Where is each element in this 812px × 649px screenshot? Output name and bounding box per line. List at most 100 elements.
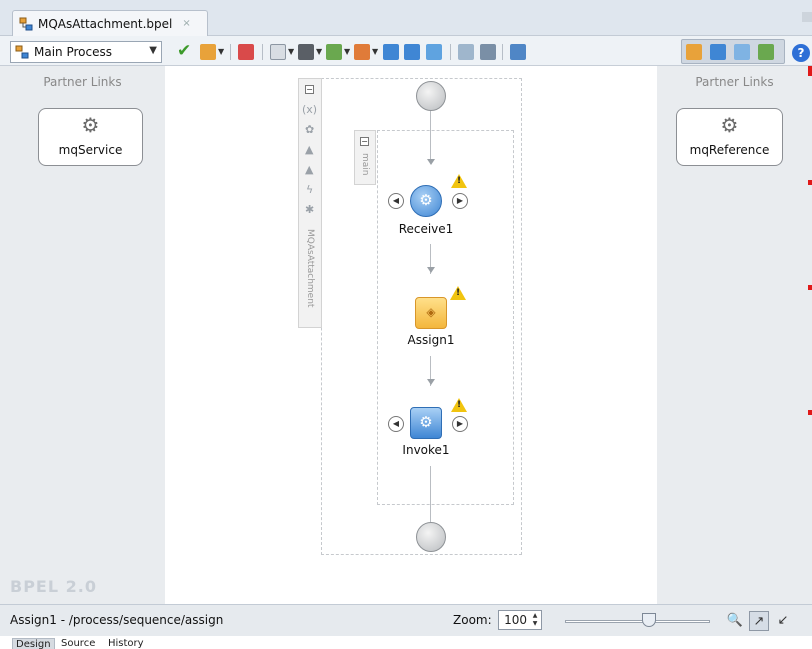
chevron-down-icon[interactable]: ▼ [288, 47, 294, 56]
editor-toolbar: Main Process ▼ ✔ ▼ ▼ ▼ ▼ ▼ ? [0, 36, 812, 66]
checklist-icon[interactable] [270, 44, 286, 60]
previous-icon[interactable]: ◀ [388, 193, 404, 209]
chevron-down-icon[interactable]: ▼ [344, 47, 350, 56]
assign-icon: ◈ [426, 305, 436, 319]
partner-link-label: mqService [58, 143, 123, 157]
next-icon[interactable]: ▶ [452, 193, 468, 209]
partner-link-mqservice[interactable]: ⚙ mqService [38, 108, 143, 166]
correlation-icon[interactable]: ✿ [305, 123, 314, 136]
toolbar-separator [230, 44, 231, 60]
zoom-slider-thumb[interactable] [642, 613, 656, 627]
help-icon[interactable]: ? [792, 44, 810, 62]
main-sequence-label: main [360, 153, 370, 176]
right-partner-links-panel: Partner Links ⚙ mqReference [657, 66, 812, 604]
variables-icon[interactable]: (x) [302, 103, 317, 116]
assign-activity-label: Assign1 [407, 333, 455, 347]
editor-tab-title: MQAsAttachment.bpel [38, 16, 173, 31]
binoculars-icon[interactable] [298, 44, 314, 60]
compensation-icon[interactable]: ▲ [305, 163, 313, 176]
warning-icon[interactable]: ! [451, 398, 467, 412]
zoom-label: Zoom: [453, 613, 492, 627]
error-marker[interactable] [808, 285, 812, 290]
next-icon[interactable]: ▶ [452, 416, 468, 432]
validate-checkmark-icon[interactable]: ✔ [177, 41, 191, 61]
zoom-input[interactable]: 100 ▲ ▼ [498, 610, 542, 630]
export-image-icon[interactable] [326, 44, 342, 60]
partner-link-mqreference[interactable]: ⚙ mqReference [676, 108, 783, 166]
start-node[interactable] [416, 81, 446, 111]
receive-activity[interactable]: ⚙ [410, 185, 442, 217]
expand-all-icon[interactable] [383, 44, 399, 60]
gear-icon: ⚙ [720, 113, 739, 137]
invoke-activity[interactable]: ⚙ [410, 407, 442, 439]
flow-arrow-icon [427, 159, 435, 165]
zoom-value: 100 [504, 613, 527, 627]
end-node[interactable] [416, 522, 446, 552]
zoom-slider-track[interactable] [565, 620, 710, 623]
flow-arrow-icon [427, 379, 435, 385]
restore-window-button[interactable] [802, 12, 812, 22]
warning-icon[interactable]: ! [451, 174, 467, 188]
view-mode-group [681, 39, 785, 64]
termination-handler-icon[interactable]: ✱ [305, 203, 314, 216]
analytics-view-icon[interactable] [758, 44, 774, 60]
gear-icon: ⚙ [81, 113, 100, 137]
editor-view-tabs: Design Source History [0, 636, 812, 649]
flow-connector [430, 466, 431, 522]
bpel-editor-window: MQAsAttachment.bpel × Main Process ▼ ✔ ▼… [0, 0, 812, 649]
partner-links-title: Partner Links [43, 75, 122, 89]
receive-activity-label: Receive1 [398, 222, 454, 236]
zoom-fit-icon[interactable] [458, 44, 474, 60]
toolbar-separator [262, 44, 263, 60]
zoom-magnifier-icon[interactable]: 🔍 [725, 611, 745, 631]
filter-icon[interactable] [238, 44, 254, 60]
left-partner-links-panel: Partner Links ⚙ mqService BPEL 2.0 [0, 66, 165, 604]
design-canvas[interactable]: − (x) ✿ ▲ ▲ ϟ ✱ MQAsAttachment − main ◀ … [165, 66, 657, 604]
gear-icon: ⚙ [419, 191, 433, 209]
assign-activity[interactable]: ◈ [415, 297, 447, 329]
zoom-spinner[interactable]: ▲ ▼ [530, 612, 540, 628]
flow-arrow-icon [427, 267, 435, 273]
scope-dropdown-value: Main Process [34, 45, 112, 59]
selection-path: Assign1 - /process/sequence/assign [10, 613, 224, 627]
event-handler-icon[interactable]: ϟ [306, 183, 313, 196]
fault-handler-icon[interactable]: ▲ [305, 143, 313, 156]
bpel-process-icon [19, 17, 33, 30]
error-marker[interactable] [808, 66, 812, 76]
chevron-down-icon[interactable]: ▼ [218, 47, 224, 56]
refresh-icon[interactable] [426, 44, 442, 60]
collapse-all-icon[interactable] [404, 44, 420, 60]
warning-icon[interactable]: ! [450, 286, 466, 300]
layout-icon[interactable] [510, 44, 526, 60]
chevron-down-icon[interactable]: ▼ [316, 47, 322, 56]
error-marker[interactable] [808, 410, 812, 415]
editor-tab-strip: MQAsAttachment.bpel × [0, 0, 812, 36]
tab-source[interactable]: Source [58, 638, 98, 649]
toolbar-separator [502, 44, 503, 60]
error-marker[interactable] [808, 180, 812, 185]
flow-connector [430, 110, 431, 160]
collapse-arrow-icon[interactable]: ↙ [773, 611, 793, 631]
bpel-view-icon[interactable] [686, 44, 702, 60]
view-options-icon[interactable] [480, 44, 496, 60]
sensor-view-icon[interactable] [734, 44, 750, 60]
process-scope-tab[interactable]: − (x) ✿ ▲ ▲ ϟ ✱ MQAsAttachment [298, 78, 322, 328]
monitor-view-icon[interactable] [710, 44, 726, 60]
partner-links-title: Partner Links [695, 75, 774, 89]
process-scope-label: MQAsAttachment [305, 229, 315, 308]
status-bar: Assign1 - /process/sequence/assign Zoom:… [0, 604, 812, 636]
main-sequence-tab[interactable]: − main [354, 130, 376, 185]
expand-arrow-icon[interactable]: ↗ [749, 611, 769, 631]
tab-history[interactable]: History [105, 638, 147, 649]
chevron-down-icon[interactable]: ▼ [372, 47, 378, 56]
scope-dropdown[interactable]: Main Process ▼ [10, 41, 162, 63]
debug-icon[interactable] [354, 44, 370, 60]
previous-icon[interactable]: ◀ [388, 416, 404, 432]
process-structure-icon[interactable] [200, 44, 216, 60]
tab-design[interactable]: Design [12, 638, 55, 649]
editor-tab[interactable]: MQAsAttachment.bpel × [12, 10, 208, 36]
close-tab-icon[interactable]: × [182, 18, 190, 29]
toolbar-separator [450, 44, 451, 60]
collapse-toggle[interactable]: − [305, 85, 314, 94]
collapse-toggle[interactable]: − [360, 137, 369, 146]
